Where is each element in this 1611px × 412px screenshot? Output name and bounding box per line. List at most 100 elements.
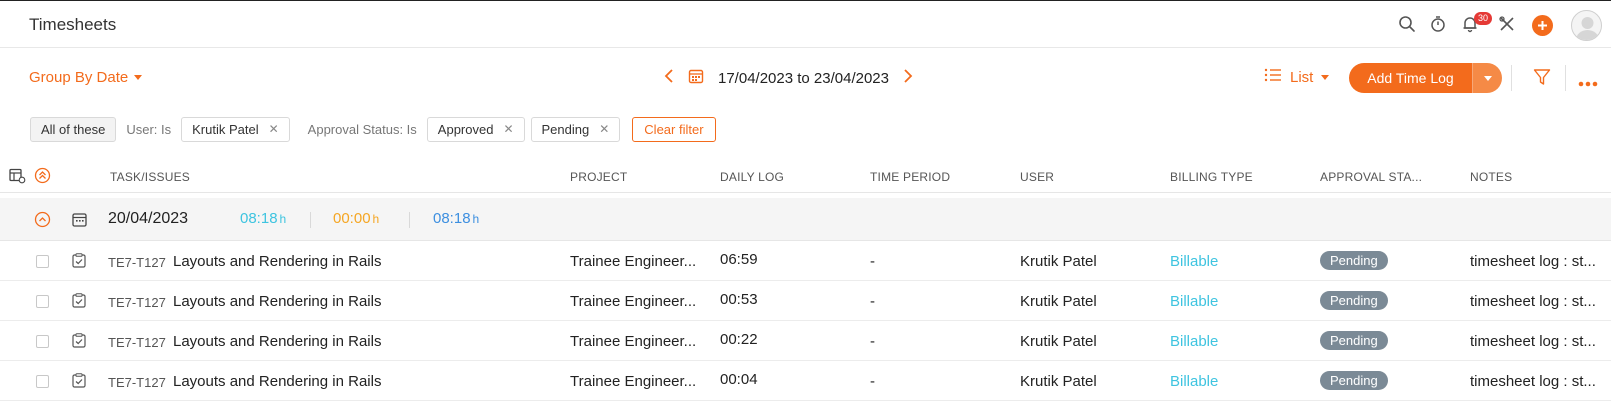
notes[interactable]: timesheet log : st... (1470, 333, 1596, 350)
user-filter-label: User: Is (126, 121, 172, 137)
status-badge: Pending (1320, 291, 1388, 310)
table-row[interactable]: TE7-T127 Layouts and Rendering in Rails … (0, 321, 1611, 361)
list-icon (1264, 67, 1282, 87)
chevron-down-icon (1483, 75, 1492, 81)
task-id[interactable]: TE7-T127 (108, 295, 166, 310)
user-name: Krutik Patel (1020, 253, 1097, 270)
notes[interactable]: timesheet log : st... (1470, 253, 1596, 270)
date-range[interactable]: 17/04/2023 to 23/04/2023 (718, 70, 889, 87)
avatar[interactable] (1571, 10, 1602, 41)
row-checkbox[interactable] (36, 255, 49, 268)
page-title: Timesheets (29, 15, 117, 34)
divider (1565, 65, 1566, 91)
time-period: - (870, 293, 875, 310)
row-checkbox[interactable] (36, 295, 49, 308)
status-badge: Pending (1320, 371, 1388, 390)
column-header-approval-status[interactable]: APPROVAL STA... (1320, 170, 1422, 184)
task-icon (72, 373, 86, 392)
tools-icon[interactable] (1496, 13, 1518, 35)
notification-badge: 30 (1474, 12, 1493, 25)
notes[interactable]: timesheet log : st... (1470, 373, 1596, 390)
divider (409, 212, 410, 228)
table-row[interactable]: TE7-T127 Layouts and Rendering in Rails … (0, 281, 1611, 321)
add-time-log-button[interactable]: Add Time Log (1349, 63, 1502, 93)
billing-type: Billable (1170, 333, 1219, 350)
group-by-dropdown[interactable]: Group By Date (29, 69, 143, 86)
column-header-daily-log[interactable]: DAILY LOG (720, 170, 784, 184)
chevron-right-icon[interactable] (903, 68, 913, 88)
column-header-project[interactable]: PROJECT (570, 170, 627, 184)
status-badge: Pending (1320, 251, 1388, 270)
task-icon (72, 333, 86, 352)
close-icon[interactable]: ✕ (503, 122, 513, 136)
task-id[interactable]: TE7-T127 (108, 335, 166, 350)
billing-type: Billable (1170, 373, 1219, 390)
collapse-group-icon[interactable] (34, 211, 51, 233)
match-selector[interactable]: All of these (30, 116, 117, 142)
close-icon[interactable]: ✕ (269, 122, 279, 136)
column-header-task[interactable]: TASK/ISSUES (110, 170, 190, 184)
project-name[interactable]: Trainee Engineer... (570, 253, 696, 270)
task-id[interactable]: TE7-T127 (108, 375, 166, 390)
billable-total: 08:18 h (240, 210, 287, 227)
daily-log: 00:04 (720, 371, 758, 388)
filter-chip-user[interactable]: Krutik Patel ✕ (181, 116, 290, 142)
billing-type: Billable (1170, 293, 1219, 310)
column-header-notes[interactable]: NOTES (1470, 170, 1512, 184)
timer-icon[interactable] (1427, 13, 1449, 35)
daily-log: 00:22 (720, 331, 758, 348)
close-icon[interactable]: ✕ (599, 122, 609, 136)
user-name: Krutik Patel (1020, 293, 1097, 310)
chevron-left-icon[interactable] (664, 68, 674, 88)
divider (310, 212, 311, 228)
project-name[interactable]: Trainee Engineer... (570, 333, 696, 350)
view-dropdown[interactable]: List (1264, 67, 1330, 87)
filter-chip-approved[interactable]: Approved ✕ (426, 116, 525, 142)
non-billable-total: 00:00 h (333, 210, 380, 227)
filter-chip-label: Approved (437, 121, 494, 137)
date-group-row[interactable]: 20/04/2023 08:18 h 00:00 h 08:18 h (0, 198, 1611, 241)
column-settings-icon[interactable] (9, 168, 26, 187)
quick-create-button[interactable] (1532, 15, 1553, 36)
project-name[interactable]: Trainee Engineer... (570, 293, 696, 310)
filter-icon[interactable] (1533, 68, 1551, 91)
task-name[interactable]: Layouts and Rendering in Rails (173, 293, 381, 310)
plus-icon (1538, 21, 1547, 30)
column-header-time-period[interactable]: TIME PERIOD (870, 170, 950, 184)
approval-filter-label: Approval Status: Is (307, 121, 417, 137)
time-period: - (870, 373, 875, 390)
calendar-icon[interactable] (688, 68, 704, 89)
user-name: Krutik Patel (1020, 333, 1097, 350)
filter-chip-label: Pending (541, 121, 590, 137)
project-name[interactable]: Trainee Engineer... (570, 373, 696, 390)
add-options-dropdown[interactable] (1472, 63, 1502, 93)
search-icon[interactable] (1396, 13, 1418, 35)
column-header-billing-type[interactable]: BILLING TYPE (1170, 170, 1253, 184)
calendar-icon (72, 212, 87, 232)
divider (1511, 65, 1512, 91)
chevron-down-icon (134, 75, 143, 80)
task-id[interactable]: TE7-T127 (108, 255, 166, 270)
collapse-all-icon[interactable] (34, 167, 51, 187)
daily-log: 06:59 (720, 251, 758, 268)
group-total: 08:18 h (433, 210, 480, 227)
time-period: - (870, 253, 875, 270)
clear-filter-button[interactable]: Clear filter (632, 116, 716, 142)
notes[interactable]: timesheet log : st... (1470, 293, 1596, 310)
add-time-log-label[interactable]: Add Time Log (1349, 63, 1472, 93)
filter-bar: All of these User: Is Krutik Patel ✕ App… (30, 116, 716, 142)
table-row[interactable]: TE7-T127 Layouts and Rendering in Rails … (0, 241, 1611, 281)
filter-chip-pending[interactable]: Pending ✕ (530, 116, 621, 142)
task-name[interactable]: Layouts and Rendering in Rails (173, 333, 381, 350)
row-checkbox[interactable] (36, 375, 49, 388)
row-checkbox[interactable] (36, 335, 49, 348)
more-options-icon[interactable] (1578, 74, 1598, 92)
chevron-down-icon (1321, 74, 1330, 80)
task-icon (72, 253, 86, 272)
task-name[interactable]: Layouts and Rendering in Rails (173, 253, 381, 270)
column-header-user[interactable]: USER (1020, 170, 1054, 184)
date-navigator: 17/04/2023 to 23/04/2023 (664, 66, 913, 90)
table-row[interactable]: TE7-T127 Layouts and Rendering in Rails … (0, 361, 1611, 401)
status-badge: Pending (1320, 331, 1388, 350)
task-name[interactable]: Layouts and Rendering in Rails (173, 373, 381, 390)
